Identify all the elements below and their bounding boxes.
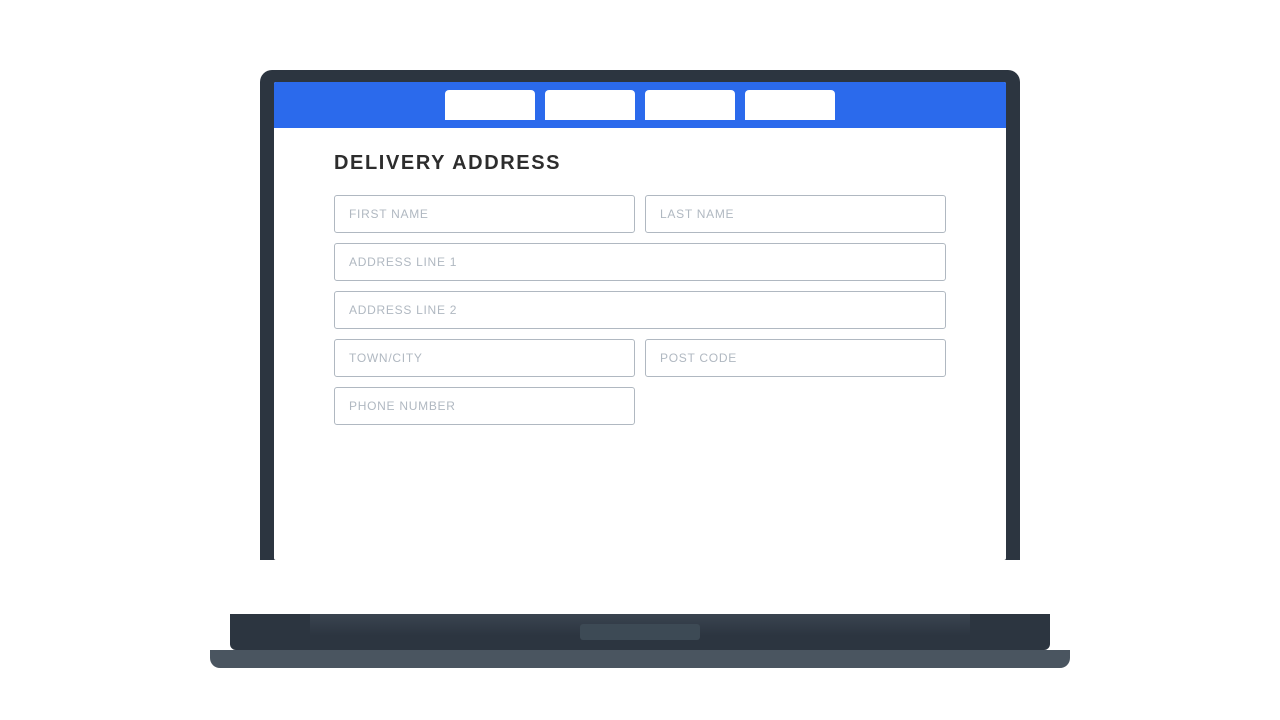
scene: DELIVERY ADDRESS bbox=[0, 0, 1280, 720]
browser-bar bbox=[274, 82, 1006, 128]
laptop-base bbox=[230, 614, 1050, 650]
address-line2-row bbox=[334, 291, 946, 329]
browser-tab-4[interactable] bbox=[745, 90, 835, 120]
first-name-input[interactable] bbox=[334, 195, 635, 233]
laptop-trackpad bbox=[580, 624, 700, 640]
page-title: DELIVERY ADDRESS bbox=[334, 152, 946, 175]
page-content: DELIVERY ADDRESS bbox=[274, 128, 1006, 465]
town-city-input[interactable] bbox=[334, 339, 635, 377]
laptop-bottom-bar bbox=[210, 650, 1070, 668]
phone-number-input[interactable] bbox=[334, 387, 635, 425]
laptop-screen-outer: DELIVERY ADDRESS bbox=[260, 70, 1020, 560]
address-line2-input[interactable] bbox=[334, 291, 946, 329]
name-row bbox=[334, 195, 946, 233]
delivery-address-form bbox=[334, 195, 946, 425]
phone-row bbox=[334, 387, 946, 425]
browser-tab-1[interactable] bbox=[445, 90, 535, 120]
post-code-input[interactable] bbox=[645, 339, 946, 377]
last-name-input[interactable] bbox=[645, 195, 946, 233]
town-postcode-row bbox=[334, 339, 946, 377]
laptop-feet-left bbox=[230, 614, 310, 650]
browser-tab-2[interactable] bbox=[545, 90, 635, 120]
laptop-screen-inner: DELIVERY ADDRESS bbox=[274, 82, 1006, 560]
browser-tab-3[interactable] bbox=[645, 90, 735, 120]
laptop: DELIVERY ADDRESS bbox=[230, 70, 1050, 650]
address-line1-row bbox=[334, 243, 946, 281]
address-line1-input[interactable] bbox=[334, 243, 946, 281]
laptop-feet-right bbox=[970, 614, 1050, 650]
